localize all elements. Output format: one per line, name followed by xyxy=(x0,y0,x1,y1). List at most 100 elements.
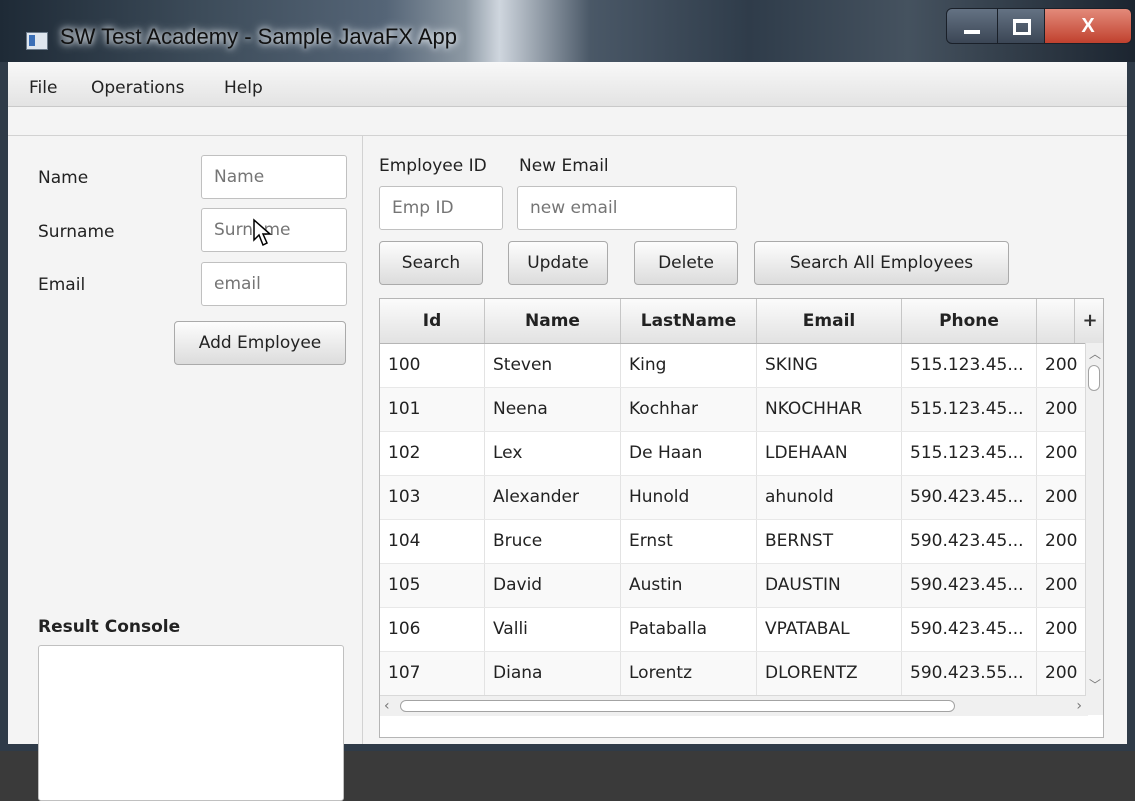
table-row[interactable]: 107 Diana Lorentz DLORENTZ 590.423.55... 200 xyxy=(380,652,1088,696)
cell-email: DLORENTZ xyxy=(757,652,902,695)
title-bar[interactable]: SW Test Academy - Sample JavaFX App X xyxy=(0,0,1135,62)
cell-email: SKING xyxy=(757,344,902,387)
cell-id: 107 xyxy=(380,652,485,695)
cell-email: LDEHAAN xyxy=(757,432,902,475)
table-row[interactable]: 105 David Austin DAUSTIN 590.423.45... 200 xyxy=(380,564,1088,608)
menu-bar: File Operations Help xyxy=(8,62,1127,107)
scroll-right-icon[interactable]: › xyxy=(1076,698,1082,714)
menu-operations[interactable]: Operations xyxy=(91,78,184,98)
cell-lastname: Kochhar xyxy=(621,388,757,431)
employee-id-label: Employee ID xyxy=(379,156,487,176)
client-area: File Operations Help Name Surname Email … xyxy=(8,62,1127,801)
menu-file[interactable]: File xyxy=(29,78,57,98)
cell-email: BERNST xyxy=(757,520,902,563)
cell-phone: 515.123.45... xyxy=(902,432,1037,475)
cell-lastname: Ernst xyxy=(621,520,757,563)
cell-lastname: Pataballa xyxy=(621,608,757,651)
cell-email: VPATABAL xyxy=(757,608,902,651)
email-input[interactable] xyxy=(201,262,347,306)
table-row[interactable]: 106 Valli Pataballa VPATABAL 590.423.45... 20… xyxy=(380,608,1088,652)
cell-id: 100 xyxy=(380,344,485,387)
scroll-up-icon[interactable]: ︿ xyxy=(1089,345,1101,362)
cell-id: 105 xyxy=(380,564,485,607)
column-header-email[interactable]: Email xyxy=(757,299,902,343)
scroll-left-icon[interactable]: ‹ xyxy=(384,698,390,714)
cell-hiredate: 200 xyxy=(1037,564,1088,607)
window-title: SW Test Academy - Sample JavaFX App xyxy=(60,24,457,49)
update-button[interactable]: Update xyxy=(508,241,608,285)
cell-id: 102 xyxy=(380,432,485,475)
new-email-label: New Email xyxy=(519,156,609,176)
employee-id-input[interactable] xyxy=(379,186,503,230)
cell-hiredate: 200 xyxy=(1037,388,1088,431)
cell-name: David xyxy=(485,564,621,607)
cell-phone: 515.123.45... xyxy=(902,344,1037,387)
name-input[interactable] xyxy=(201,155,347,199)
table-row[interactable]: 101 Neena Kochhar NKOCHHAR 515.123.45... 200 xyxy=(380,388,1088,432)
cell-name: Alexander xyxy=(485,476,621,519)
cell-phone: 590.423.45... xyxy=(902,608,1037,651)
horizontal-scroll-thumb[interactable] xyxy=(400,700,955,712)
cell-phone: 515.123.45... xyxy=(902,388,1037,431)
cell-hiredate: 200 xyxy=(1037,344,1088,387)
cell-name: Valli xyxy=(485,608,621,651)
cell-lastname: Lorentz xyxy=(621,652,757,695)
cell-phone: 590.423.45... xyxy=(902,564,1037,607)
cell-id: 101 xyxy=(380,388,485,431)
column-header-id[interactable]: Id xyxy=(380,299,485,343)
result-console[interactable] xyxy=(38,645,344,801)
new-email-input[interactable] xyxy=(517,186,737,230)
delete-button[interactable]: Delete xyxy=(634,241,738,285)
cell-email: DAUSTIN xyxy=(757,564,902,607)
toolbar-spacer xyxy=(8,107,1127,136)
cell-hiredate: 200 xyxy=(1037,608,1088,651)
scroll-corner xyxy=(1086,695,1103,715)
scroll-down-icon[interactable]: ﹀ xyxy=(1089,676,1101,693)
column-header-name[interactable]: Name xyxy=(485,299,621,343)
cell-lastname: King xyxy=(621,344,757,387)
app-window: SW Test Academy - Sample JavaFX App X Fi… xyxy=(0,0,1135,801)
cell-name: Steven xyxy=(485,344,621,387)
vertical-scroll-thumb[interactable] xyxy=(1088,365,1100,391)
column-header-lastname[interactable]: LastName xyxy=(621,299,757,343)
cell-hiredate: 200 xyxy=(1037,476,1088,519)
table-row[interactable]: 104 Bruce Ernst BERNST 590.423.45... 200 xyxy=(380,520,1088,564)
minimize-button[interactable] xyxy=(946,8,998,44)
table-row[interactable]: 103 Alexander Hunold ahunold 590.423.45... 20… xyxy=(380,476,1088,520)
surname-label: Surname xyxy=(38,222,115,242)
close-button[interactable]: X xyxy=(1044,8,1132,44)
vertical-scrollbar[interactable]: ︿ ﹀ xyxy=(1085,343,1103,695)
search-button[interactable]: Search xyxy=(379,241,483,285)
java-app-icon xyxy=(26,32,48,50)
cell-email: ahunold xyxy=(757,476,902,519)
email-label: Email xyxy=(38,275,86,295)
cell-phone: 590.423.45... xyxy=(902,476,1037,519)
cell-name: Diana xyxy=(485,652,621,695)
cell-email: NKOCHHAR xyxy=(757,388,902,431)
cell-name: Bruce xyxy=(485,520,621,563)
close-icon: X xyxy=(1081,15,1095,37)
employee-operations-pane: Employee ID New Email Search Update Dele… xyxy=(363,136,1127,744)
menu-help[interactable]: Help xyxy=(224,78,263,98)
mouse-cursor-icon xyxy=(253,218,272,247)
cell-phone: 590.423.45... xyxy=(902,520,1037,563)
cell-hiredate: 200 xyxy=(1037,432,1088,475)
cell-hiredate: 200 xyxy=(1037,520,1088,563)
table-menu-button[interactable]: + xyxy=(1075,299,1103,343)
column-header-hiredate[interactable] xyxy=(1037,299,1075,343)
cell-name: Lex xyxy=(485,432,621,475)
cell-id: 103 xyxy=(380,476,485,519)
maximize-icon xyxy=(1013,19,1031,35)
maximize-button[interactable] xyxy=(997,8,1045,44)
add-employee-button[interactable]: Add Employee xyxy=(174,321,346,365)
horizontal-scrollbar[interactable]: ‹ › xyxy=(380,695,1088,716)
column-header-phone[interactable]: Phone xyxy=(902,299,1037,343)
table-row[interactable]: 102 Lex De Haan LDEHAAN 515.123.45... 200 xyxy=(380,432,1088,476)
table-row[interactable]: 100 Steven King SKING 515.123.45... 200 xyxy=(380,344,1088,388)
cell-hiredate: 200 xyxy=(1037,652,1088,695)
search-all-employees-button[interactable]: Search All Employees xyxy=(754,241,1009,285)
employee-table[interactable]: Id Name LastName Email Phone + 100 Steven… xyxy=(379,298,1104,738)
table-header: Id Name LastName Email Phone + xyxy=(380,299,1103,344)
cell-name: Neena xyxy=(485,388,621,431)
add-employee-pane: Name Surname Email Add Employee Result C… xyxy=(8,136,363,801)
